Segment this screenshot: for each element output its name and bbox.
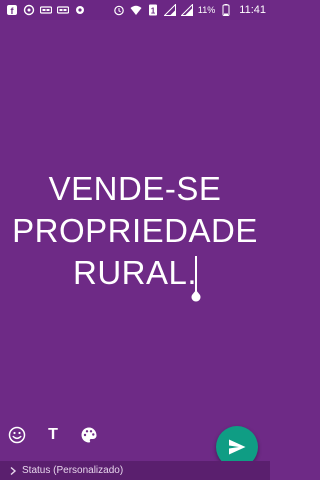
battery-icon [220, 4, 232, 16]
text-cursor[interactable] [190, 256, 202, 314]
status-compose-screen: f 1 11% 11:41 VENDE-SE PROPRIEDADE RURAL… [0, 0, 270, 480]
status-bar-right: 1 11% 11:41 [113, 4, 266, 16]
status-text-line: PROPRIEDADE [12, 212, 258, 249]
sim-icon: 1 [147, 4, 159, 16]
text-style-button[interactable]: T [44, 426, 62, 444]
settings-icon [74, 4, 86, 16]
clock-time: 11:41 [239, 4, 266, 16]
alarm-icon [113, 4, 125, 16]
emoji-icon [8, 426, 26, 444]
svg-text:1: 1 [151, 7, 156, 16]
cursor-handle-icon[interactable] [190, 290, 202, 302]
signal-icon [163, 4, 176, 16]
send-icon [229, 439, 246, 455]
status-bar-left: f [6, 4, 86, 16]
color-palette-button[interactable] [80, 426, 98, 444]
palette-icon [81, 427, 97, 443]
status-privacy-label: Status (Personalizado) [22, 465, 124, 476]
status-text-line: RURAL. [72, 254, 198, 291]
voicemail-icon [57, 4, 69, 16]
status-text-editor[interactable]: VENDE-SE PROPRIEDADE RURAL. [0, 168, 270, 294]
status-text-line: VENDE-SE [48, 170, 222, 207]
signal-icon [180, 4, 193, 16]
battery-percent: 11% [197, 5, 216, 15]
voicemail-icon [40, 4, 52, 16]
emoji-button[interactable] [8, 426, 26, 444]
status-privacy-bar[interactable]: Status (Personalizado) [0, 461, 270, 480]
system-status-bar: f 1 11% 11:41 [0, 0, 270, 20]
sync-icon [23, 4, 35, 16]
wifi-icon [130, 4, 142, 16]
status-toolbar: T [8, 426, 98, 444]
chevron-right-icon [8, 466, 18, 476]
facebook-icon: f [6, 4, 18, 16]
